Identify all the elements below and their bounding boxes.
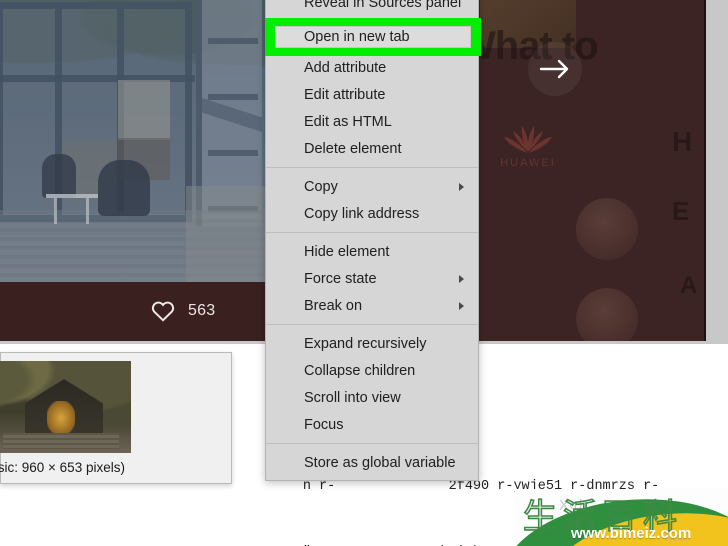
highlighted-menu-item-label: Open in new tab — [304, 29, 410, 45]
image-preview-tooltip: els (intrinsic: 960 × 653 pixels) — [0, 352, 232, 484]
menu-item-edit-attribute[interactable]: Edit attribute — [266, 81, 478, 108]
page-scrollbar[interactable] — [706, 0, 728, 341]
arrow-right-icon — [539, 59, 569, 79]
menu-item-label: Copy link address — [304, 205, 420, 222]
menu-item-label: Hide element — [304, 243, 390, 260]
submenu-arrow-icon — [459, 182, 464, 191]
menu-item-scroll-into-view[interactable]: Scroll into view — [266, 384, 478, 411]
site-watermark: X‹dr 生活百科 www.bimeiz.com now — [515, 489, 728, 546]
menu-item-label: Store as global variable — [304, 454, 456, 471]
brand-name: HUAWEI — [500, 157, 556, 169]
watermark-url: www.bimeiz.com — [571, 525, 692, 542]
menu-item-copy-link-address[interactable]: Copy link address — [266, 200, 478, 227]
submenu-arrow-icon — [459, 274, 464, 283]
highlighted-menu-item[interactable]: Open in new tab — [275, 26, 471, 48]
menu-item-label: Delete element — [304, 140, 402, 157]
hero-photo — [0, 0, 280, 282]
submenu-arrow-icon — [459, 301, 464, 310]
tooltip-caption: els (intrinsic: 960 × 653 pixels) — [0, 460, 231, 475]
deco-letter-a: A — [680, 272, 698, 299]
menu-separator — [266, 167, 478, 168]
menu-item-store-as-global-variable[interactable]: Store as global variable — [266, 449, 478, 476]
tooltip-image — [0, 361, 131, 453]
menu-item-hide-element[interactable]: Hide element — [266, 238, 478, 265]
menu-item-label: Scroll into view — [304, 389, 401, 406]
menu-separator — [266, 443, 478, 444]
avatar — [576, 288, 638, 341]
menu-item-label: Add attribute — [304, 59, 387, 76]
menu-item-label: Collapse children — [304, 362, 416, 379]
photo-overlay-haze — [0, 0, 280, 282]
tooltip-image-window-glow — [47, 401, 75, 435]
menu-item-expand-recursively[interactable]: Expand recursively — [266, 330, 478, 357]
next-slide-button[interactable] — [528, 42, 582, 96]
menu-item-label: Edit as HTML — [304, 113, 392, 130]
brand-badge: HUAWEI — [492, 118, 564, 169]
menu-item-reveal-in-sources-panel[interactable]: Reveal in Sources panel — [266, 0, 478, 16]
like-group[interactable]: 563 — [150, 298, 215, 324]
tooltip-caption-text: els (intrinsic: 960 × 653 pixels) — [0, 460, 125, 475]
devtools-context-menu[interactable]: Reveal in Sources panel Open in new tab … — [265, 0, 479, 481]
menu-item-force-state[interactable]: Force state — [266, 265, 478, 292]
screenshot-root: 563 What to HUAWEI H E A n r- 2f490 r-yw… — [0, 0, 728, 546]
like-count: 563 — [188, 302, 216, 319]
menu-separator — [266, 232, 478, 233]
menu-item-label: Edit attribute — [304, 86, 386, 103]
hero-action-bar: 563 — [0, 282, 280, 341]
deco-letter-e: E — [672, 196, 690, 226]
menu-item-copy[interactable]: Copy — [266, 173, 478, 200]
menu-item-focus[interactable]: Focus — [266, 411, 478, 438]
menu-item-break-on[interactable]: Break on — [266, 292, 478, 319]
huawei-logo — [504, 126, 552, 153]
menu-item-label: Reveal in Sources panel — [304, 0, 462, 11]
menu-item-label: Copy — [304, 178, 338, 195]
menu-item-collapse-children[interactable]: Collapse children — [266, 357, 478, 384]
menu-separator — [266, 324, 478, 325]
menu-item-label: Force state — [304, 270, 377, 287]
menu-item-label: Break on — [304, 297, 363, 314]
menu-item-delete-element[interactable]: Delete element — [266, 135, 478, 162]
menu-item-edit-as-html[interactable]: Edit as HTML — [266, 108, 478, 135]
menu-item-label: Expand recursively — [304, 335, 427, 352]
menu-item-label: Focus — [304, 416, 344, 433]
tooltip-image-deck — [3, 433, 119, 449]
annotation-highlight: Open in new tab — [265, 18, 481, 56]
menu-item-add-attribute[interactable]: Add attribute — [266, 54, 478, 81]
heart-icon[interactable] — [150, 298, 176, 324]
avatar — [576, 198, 638, 260]
deco-letter-h: H — [672, 126, 693, 157]
